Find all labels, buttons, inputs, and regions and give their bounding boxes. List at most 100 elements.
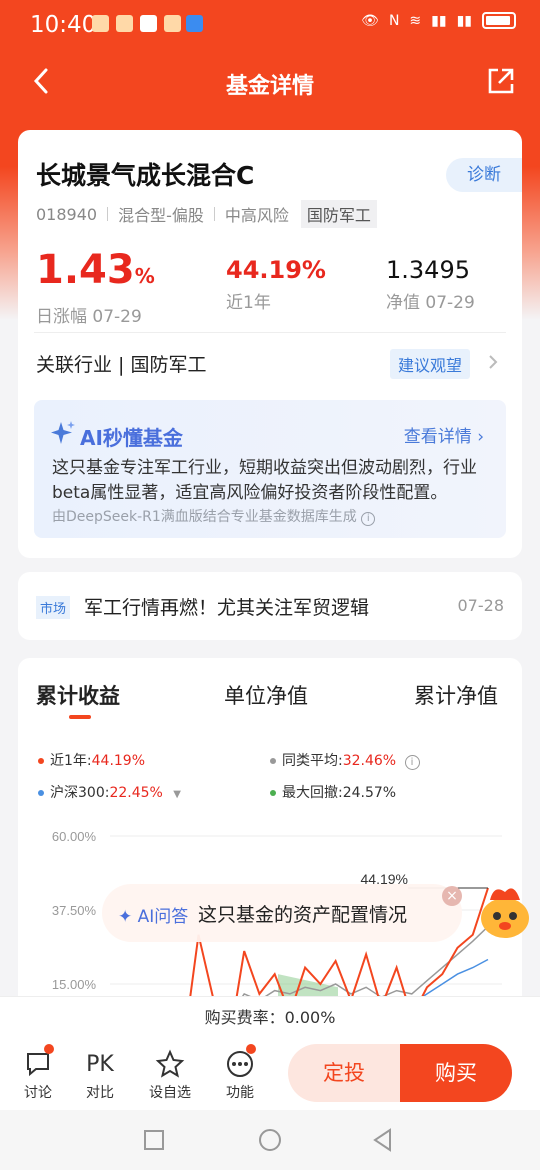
ai-summary-more-link[interactable]: 查看详情 › [404, 422, 484, 447]
ai-summary-box[interactable]: AI秒懂基金 查看详情 › 这只基金专注军工行业，短期收益突出但波动剧烈，行业b… [34, 400, 506, 538]
notification-dot [246, 1044, 256, 1054]
purchase-fee: 购买费率：0.00% [0, 996, 540, 1038]
active-tab-indicator [69, 715, 91, 719]
signal-icon: ▮▮ [431, 12, 447, 29]
legend-dot [270, 790, 276, 796]
y-tick-label: 60.00% [52, 829, 97, 844]
fund-tags: 018940 混合型-偏股 中高风险 国防军工 [36, 200, 377, 228]
ai-question-label-text: AI问答 [137, 907, 189, 927]
fund-info-card: 长城景气成长混合C 诊断 018940 混合型-偏股 中高风险 国防军工 1.4… [18, 130, 522, 558]
daily-change-label: 日涨幅 07-29 [36, 307, 142, 327]
status-bar: 10:40 👁 N ≋ ▮▮ ▮▮ [0, 0, 540, 50]
mascot-icon[interactable] [476, 878, 534, 942]
fund-risk: 中高风险 [224, 206, 289, 225]
info-icon[interactable]: i [361, 512, 376, 526]
functions-label: 功能 [226, 1085, 254, 1101]
legend-peer-value: 32.46% [342, 753, 397, 769]
close-icon[interactable]: × [442, 886, 462, 906]
legend-fund-label: 近1年: [50, 753, 92, 769]
back-icon[interactable] [372, 1128, 394, 1152]
y-tick-label: 37.50% [52, 903, 97, 918]
news-tag: 市场 [36, 596, 71, 619]
notification-icon [92, 15, 109, 32]
related-industry[interactable]: 关联行业 | 国防军工 [36, 350, 206, 377]
bottom-toolbar: 讨论 PK 对比 设自选 功能 定投 购买 [0, 1038, 540, 1110]
legend-peer: 同类平均:32.46% i [270, 750, 420, 770]
home-icon[interactable] [258, 1128, 282, 1152]
news-headline[interactable]: 军工行情再燃！尤其关注军贸逻辑 [84, 593, 369, 620]
legend-dot [38, 758, 44, 764]
battery-icon [482, 12, 516, 29]
news-date: 07-28 [457, 596, 505, 615]
ai-summary-more-label: 查看详情 [403, 427, 472, 447]
recent-apps-icon[interactable] [144, 1130, 164, 1150]
wifi-icon: ≋ [409, 12, 422, 29]
eye-icon: 👁 [361, 12, 379, 29]
info-icon[interactable]: i [404, 755, 420, 770]
fund-name: 长城景气成长混合C [36, 161, 255, 190]
system-nav-bar [0, 1110, 540, 1170]
diagnose-button[interactable]: 诊断 [446, 158, 522, 192]
auto-invest-button[interactable]: 定投 [288, 1044, 400, 1102]
year-return-stat: 44.19% 近1年 [226, 254, 326, 313]
share-icon[interactable] [486, 66, 516, 96]
divider [34, 332, 506, 333]
pk-icon: PK [86, 1051, 114, 1077]
divider [107, 207, 109, 221]
ai-question-bubble[interactable]: ✦ AI问答 这只基金的资产配置情况 [102, 884, 462, 942]
divider [213, 207, 215, 221]
nav-value: 1.3495 [386, 256, 470, 284]
year-return-value: 44.19% [226, 256, 326, 284]
ai-summary-title: AI秒懂基金 [80, 426, 183, 450]
caret-down-icon[interactable]: ▼ [173, 789, 181, 800]
tab-cumulative-return[interactable]: 累计收益 [36, 680, 120, 710]
nav-bar: 基金详情 [0, 50, 540, 114]
chat-bubble-icon [27, 1053, 49, 1077]
legend-index[interactable]: 沪深300:22.45% ▼ [38, 782, 181, 802]
discuss-button[interactable]: 讨论 [8, 1046, 68, 1102]
discuss-label: 讨论 [24, 1085, 52, 1101]
ai-summary-source-text: 由DeepSeek-R1满血版结合专业基金数据库生成 [52, 509, 357, 525]
notification-dot [44, 1044, 54, 1054]
add-watchlist-button[interactable]: 设自选 [140, 1046, 200, 1102]
nav-stat: 1.3495 净值 07-29 [386, 254, 475, 313]
legend-drawdown: 最大回撤:24.57% [270, 782, 396, 802]
legend-index-label: 沪深300: [50, 785, 110, 801]
tab-accumulated-nav[interactable]: 累计净值 [414, 680, 498, 710]
news-card[interactable]: 市场 军工行情再燃！尤其关注军贸逻辑 07-28 [18, 572, 522, 640]
ai-question-label: ✦ AI问答 [118, 907, 189, 927]
alipay-icon [186, 15, 203, 32]
ai-summary-text: 这只基金专注军工行业，短期收益突出但波动剧烈，行业beta属性显著，适宜高风险偏… [52, 458, 477, 503]
functions-button[interactable]: 功能 [210, 1046, 270, 1102]
nav-label: 净值 07-29 [386, 293, 475, 313]
add-watchlist-label: 设自选 [149, 1085, 191, 1101]
legend-fund-value: 44.19% [91, 753, 146, 769]
legend-dot [270, 758, 276, 764]
chevron-right-icon[interactable] [486, 352, 500, 372]
daily-change-unit: % [134, 264, 155, 288]
buy-button[interactable]: 购买 [400, 1044, 512, 1102]
advice-badge[interactable]: 建议观望 [389, 349, 470, 379]
year-return-label: 近1年 [226, 293, 271, 313]
fund-theme-tag[interactable]: 国防军工 [300, 200, 377, 228]
nfc-icon: N [388, 12, 400, 29]
tab-unit-nav[interactable]: 单位净值 [224, 680, 308, 710]
status-time: 10:40 [30, 12, 97, 38]
legend-drawdown-label: 最大回撤: [282, 785, 343, 801]
star-plus-icon [155, 1049, 185, 1078]
fund-type: 混合型-偏股 [118, 206, 204, 225]
notification-icon [140, 15, 157, 32]
compare-button[interactable]: PK 对比 [70, 1046, 130, 1102]
daily-change-value: 1.43 [36, 247, 135, 293]
daily-change-stat: 1.43% 日涨幅 07-29 [36, 248, 155, 327]
legend-index-value: 22.45% [109, 785, 163, 801]
legend-dot [38, 790, 44, 796]
compare-label: 对比 [86, 1085, 114, 1101]
notification-icon [116, 15, 133, 32]
legend-drawdown-value: 24.57% [342, 785, 397, 801]
fund-code: 018940 [36, 204, 98, 224]
ai-question-text: 这只基金的资产配置情况 [198, 904, 408, 926]
legend-peer-label: 同类平均: [282, 753, 343, 769]
y-tick-label: 15.00% [52, 977, 97, 992]
status-icons: 👁 N ≋ ▮▮ ▮▮ [361, 12, 516, 29]
